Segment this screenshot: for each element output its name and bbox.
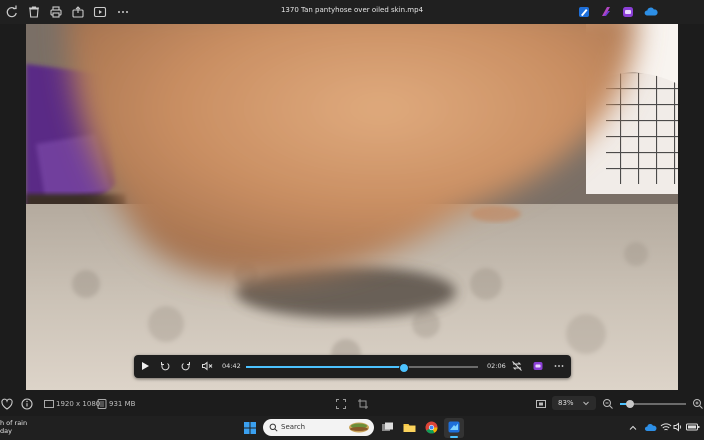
weather-line-1: h of rain	[0, 419, 28, 427]
media-controls: 04:42 02:06	[134, 355, 571, 378]
seek-progress	[246, 366, 404, 368]
volume-icon[interactable]	[672, 421, 684, 433]
search-icon	[269, 423, 278, 432]
clipchamp-icon[interactable]	[598, 4, 614, 20]
clipchamp-edit-icon[interactable]	[531, 359, 545, 373]
active-indicator	[450, 436, 458, 438]
wifi-icon[interactable]	[660, 421, 672, 433]
play-icon[interactable]	[138, 359, 152, 373]
fit-to-window-icon[interactable]	[333, 396, 349, 412]
battery-icon[interactable]	[685, 421, 701, 433]
file-explorer-icon[interactable]	[402, 420, 417, 435]
chevron-down-icon	[583, 401, 589, 406]
actual-size-icon[interactable]	[533, 396, 549, 412]
file-size-text: 931 MB	[109, 400, 136, 408]
chevron-up-icon[interactable]	[628, 423, 638, 433]
file-size-icon	[97, 399, 107, 409]
remaining-time: 02:06	[487, 362, 506, 370]
current-time: 04:42	[222, 362, 241, 370]
info-icon[interactable]	[19, 396, 35, 412]
title-bar: 1370 Tan pantyhose over oiled skin.mp4	[0, 0, 704, 24]
weather-line-2: day	[0, 427, 12, 435]
edit-app-icon[interactable]	[576, 4, 592, 20]
skip-back-icon[interactable]	[158, 359, 172, 373]
seek-handle[interactable]	[398, 363, 409, 373]
zoom-level-text: 83%	[558, 399, 574, 407]
zoom-in-icon[interactable]	[690, 396, 704, 412]
chrome-icon[interactable]	[424, 420, 439, 435]
player-more-icon[interactable]	[552, 359, 566, 373]
photos-app-active[interactable]	[444, 418, 464, 438]
taskbar-search-box[interactable]: Search	[263, 419, 374, 436]
video-frame[interactable]	[26, 24, 678, 390]
onedrive-icon[interactable]	[643, 4, 659, 20]
photos-icon	[448, 421, 460, 433]
status-bar: 1920 x 1080 931 MB 83%	[0, 392, 704, 415]
repeat-off-icon[interactable]	[510, 359, 524, 373]
crop-icon[interactable]	[355, 396, 371, 412]
onedrive-tray-icon[interactable]	[644, 421, 658, 435]
favorite-icon[interactable]	[0, 396, 15, 412]
designer-icon[interactable]	[620, 4, 636, 20]
resolution-icon	[44, 400, 54, 408]
weather-widget[interactable]: h of rain day	[0, 419, 27, 435]
search-placeholder: Search	[281, 423, 306, 431]
zoom-out-icon[interactable]	[600, 396, 616, 412]
search-highlight-icon	[349, 422, 369, 433]
task-view-icon[interactable]	[380, 420, 395, 435]
zoom-slider-handle[interactable]	[626, 400, 634, 408]
windows-start-icon[interactable]	[242, 420, 258, 436]
skip-forward-icon[interactable]	[179, 359, 193, 373]
zoom-level-dropdown[interactable]: 83%	[552, 396, 596, 410]
zoom-slider[interactable]	[620, 400, 686, 408]
seek-bar[interactable]	[246, 363, 478, 373]
mute-icon[interactable]	[200, 359, 214, 373]
